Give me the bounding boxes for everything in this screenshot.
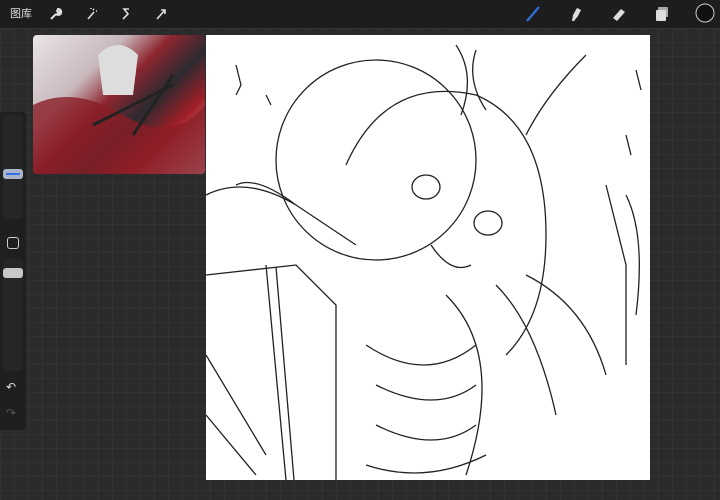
brush-size-thumb[interactable] xyxy=(3,169,23,179)
undo-icon[interactable]: ↶ xyxy=(6,380,16,394)
gallery-button[interactable]: 图库 xyxy=(10,5,32,23)
brush-icon[interactable] xyxy=(524,5,542,23)
reference-artwork xyxy=(33,45,205,174)
eraser-icon[interactable] xyxy=(610,5,628,23)
smudge-icon[interactable] xyxy=(567,5,585,23)
selection-icon[interactable] xyxy=(117,5,135,23)
magic-wand-icon[interactable] xyxy=(82,5,100,23)
transform-arrow-icon[interactable] xyxy=(152,5,170,23)
brush-size-slider[interactable] xyxy=(3,115,23,219)
modify-button[interactable] xyxy=(7,237,19,249)
reference-image[interactable] xyxy=(33,35,205,174)
opacity-thumb[interactable] xyxy=(3,268,23,278)
top-toolbar: 图库 xyxy=(0,0,720,28)
sidebar: ↶ ↷ xyxy=(0,112,26,430)
redo-icon[interactable]: ↷ xyxy=(6,406,16,420)
sketch-lineart xyxy=(205,44,642,481)
color-icon[interactable] xyxy=(695,3,715,23)
wrench-icon[interactable] xyxy=(46,5,64,23)
drawing-canvas[interactable] xyxy=(205,35,650,481)
layers-icon[interactable] xyxy=(653,5,671,23)
